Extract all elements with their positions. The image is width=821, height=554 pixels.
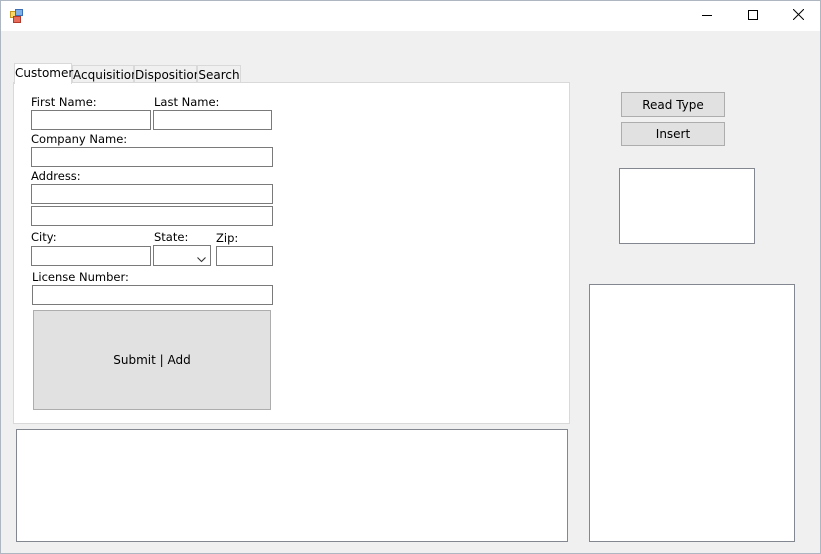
tab-customer[interactable]: Customer <box>14 63 74 84</box>
city-label: City: <box>31 230 57 244</box>
read-type-button[interactable]: Read Type <box>621 92 725 117</box>
output-textbox[interactable] <box>16 429 568 542</box>
tab-label: Search <box>198 68 240 82</box>
app-icon <box>10 9 24 23</box>
zip-label: Zip: <box>216 231 239 245</box>
zip-field[interactable] <box>216 246 273 266</box>
tab-label: Customer <box>15 66 74 80</box>
license-number-field[interactable] <box>32 285 273 305</box>
tab-search[interactable]: Search <box>197 65 241 83</box>
address-line1-field[interactable] <box>31 184 273 204</box>
minimize-button[interactable] <box>684 1 730 31</box>
state-label: State: <box>154 230 189 244</box>
tab-label: Disposition <box>135 68 202 82</box>
read-type-label: Read Type <box>642 97 704 112</box>
first-name-label: First Name: <box>31 95 97 109</box>
customer-tab-panel: First Name: Last Name: Company Name: Add… <box>13 82 570 424</box>
last-name-label: Last Name: <box>154 95 220 109</box>
tab-disposition[interactable]: Disposition <box>134 65 201 83</box>
last-name-field[interactable] <box>153 110 272 130</box>
address-label: Address: <box>31 169 81 183</box>
close-icon <box>792 8 804 24</box>
chevron-down-icon <box>197 252 206 266</box>
insert-label: Insert <box>655 127 691 141</box>
first-name-field[interactable] <box>31 110 151 130</box>
company-name-label: Company Name: <box>31 132 128 146</box>
list-box[interactable] <box>589 284 795 542</box>
title-bar <box>1 1 820 31</box>
insert-button[interactable]: Insert <box>621 122 725 146</box>
company-name-field[interactable] <box>31 147 273 167</box>
tab-acquisition[interactable]: Acquisition <box>72 65 139 83</box>
close-button[interactable] <box>775 1 821 31</box>
maximize-icon <box>748 8 758 24</box>
tab-label: Acquisition <box>73 68 139 82</box>
license-number-label: License Number: <box>32 270 129 284</box>
city-field[interactable] <box>31 246 151 266</box>
submit-add-label: Submit | Add <box>113 353 191 367</box>
app-window: Customer Acquisition Disposition Search … <box>0 0 821 554</box>
submit-add-button[interactable]: Submit | Add <box>33 310 271 410</box>
address-line2-field[interactable] <box>31 206 273 226</box>
small-display-box[interactable] <box>619 168 755 244</box>
state-dropdown[interactable] <box>153 245 211 266</box>
maximize-button[interactable] <box>730 1 776 31</box>
minimize-icon <box>702 8 712 24</box>
